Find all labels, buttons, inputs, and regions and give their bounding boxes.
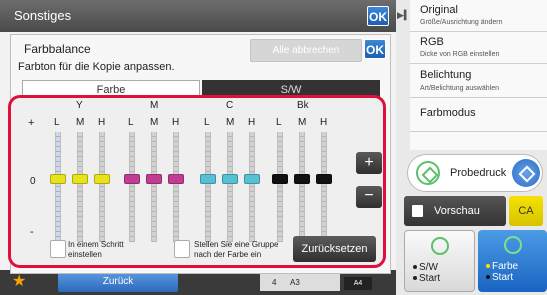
background-title: Sonstiges — [14, 8, 72, 23]
dialog-subtitle: Farbton für die Kopie anpassen. — [18, 61, 175, 73]
slider-knob-c-m[interactable] — [222, 174, 238, 184]
slider-track[interactable] — [77, 132, 83, 242]
slider-track[interactable] — [321, 132, 327, 242]
level-label: L — [128, 117, 134, 128]
start-label-line: Start — [419, 273, 441, 284]
level-label: H — [98, 117, 106, 128]
group-label-c: C — [226, 100, 234, 111]
slider-knob-bk-l[interactable] — [272, 174, 288, 184]
slider-track[interactable] — [129, 132, 135, 242]
level-label: M — [298, 117, 307, 128]
slider-knob-bk-m[interactable] — [294, 174, 310, 184]
one-step-checkbox[interactable] — [50, 240, 66, 258]
dialog-ok-button[interactable]: OK — [364, 39, 386, 59]
slider-track[interactable] — [99, 132, 105, 242]
diamond-icon — [416, 161, 440, 185]
level-label: H — [248, 117, 256, 128]
sw-start-button[interactable]: S/W Start — [404, 230, 475, 292]
slider-knob-y-l[interactable] — [50, 174, 66, 184]
scale-plus-label: + — [28, 117, 35, 129]
level-label: M — [76, 117, 85, 128]
slider-knob-y-h[interactable] — [94, 174, 110, 184]
menu-item-title: Original — [420, 4, 458, 16]
increase-button[interactable]: + — [356, 152, 382, 174]
level-label: M — [150, 117, 159, 128]
group-checkbox[interactable] — [174, 240, 190, 258]
diamond-icon — [431, 237, 449, 255]
menu-item-original[interactable]: Original Größe/Ausrichtung ändern — [410, 0, 547, 32]
background-ok-button[interactable]: OK — [367, 6, 389, 26]
group-label: Stellen Sie eine Gruppe nach der Farbe e… — [194, 240, 279, 259]
farbe-start-label: Farbe Start — [486, 261, 518, 283]
menu-item-title: Belichtung — [420, 69, 472, 81]
group-label-y: Y — [76, 100, 83, 111]
sw-label-line: S/W — [419, 262, 438, 273]
paper-size-a4: A4 — [344, 277, 372, 290]
slider-knob-m-l[interactable] — [124, 174, 140, 184]
menu-spacer — [410, 132, 547, 150]
preview-icon — [412, 205, 423, 217]
slider-track[interactable] — [173, 132, 179, 242]
menu-item-subtitle: Größe/Ausrichtung ändern — [420, 19, 503, 26]
menu-item-title: RGB — [420, 36, 444, 48]
level-label: L — [54, 117, 60, 128]
reset-button[interactable]: Zurücksetzen — [293, 236, 376, 262]
vorschau-button[interactable]: Vorschau — [404, 196, 506, 226]
star-icon[interactable]: ★ — [12, 271, 26, 291]
paper-indicator: 4 A3 — [260, 274, 340, 291]
start-label-line: Start — [492, 272, 514, 283]
menu-item-subtitle: Art/Belichtung auswählen — [420, 85, 499, 92]
farbe-start-button[interactable]: Farbe Start — [478, 230, 547, 292]
group-label-m: M — [150, 100, 159, 111]
slider-track[interactable] — [249, 132, 255, 242]
slider-track[interactable] — [227, 132, 233, 242]
menu-item-subtitle: Dicke von RGB einstellen — [420, 51, 500, 58]
sw-start-label: S/W Start — [413, 262, 440, 284]
slider-track[interactable] — [277, 132, 283, 242]
decrease-button[interactable]: − — [356, 186, 382, 208]
farbe-label-line: Farbe — [492, 261, 519, 272]
menu-item-title: Farbmodus — [420, 107, 476, 119]
menu-item-rgb[interactable]: RGB Dicke von RGB einstellen — [410, 32, 547, 64]
level-label: L — [204, 117, 210, 128]
slider-knob-c-l[interactable] — [200, 174, 216, 184]
slider-track[interactable] — [205, 132, 211, 242]
slider-knob-c-h[interactable] — [244, 174, 260, 184]
level-label: H — [172, 117, 180, 128]
back-button[interactable]: Zurück — [58, 272, 178, 292]
level-label: H — [320, 117, 328, 128]
slider-knob-m-h[interactable] — [168, 174, 184, 184]
clear-all-button[interactable]: CA — [509, 196, 543, 226]
scale-zero-label: 0 — [30, 176, 36, 187]
level-label: M — [226, 117, 235, 128]
expand-arrow-icon[interactable]: ▶▍ — [397, 10, 411, 21]
background-header: Sonstiges — [0, 0, 396, 32]
slider-knob-y-m[interactable] — [72, 174, 88, 184]
slider-knob-bk-h[interactable] — [316, 174, 332, 184]
slider-knob-m-m[interactable] — [146, 174, 162, 184]
paper-tray-number: 4 — [272, 278, 277, 287]
level-label: L — [276, 117, 282, 128]
vorschau-label: Vorschau — [434, 205, 480, 217]
probedruck-start-icon[interactable] — [512, 159, 540, 187]
dialog-title: Farbbalance — [24, 42, 91, 56]
slider-track[interactable] — [55, 132, 61, 242]
copy-settings-screen: Sonstiges OK ▶▍ Original Größe/Ausrichtu… — [0, 0, 547, 295]
group-label-bk: Bk — [297, 100, 309, 111]
cancel-all-button[interactable]: Alle abbrechen — [250, 39, 362, 62]
menu-item-belichtung[interactable]: Belichtung Art/Belichtung auswählen — [410, 64, 547, 98]
menu-item-farbmodus[interactable]: Farbmodus — [410, 98, 547, 132]
one-step-label: In einem Schritt einstellen — [68, 240, 124, 259]
diamond-icon — [504, 236, 522, 254]
slider-track[interactable] — [151, 132, 157, 242]
probedruck-button[interactable]: Probedruck — [407, 154, 543, 192]
scale-minus-label: - — [30, 226, 34, 238]
paper-size-a3: A3 — [290, 278, 300, 287]
slider-track[interactable] — [299, 132, 305, 242]
probedruck-label: Probedruck — [450, 167, 507, 179]
